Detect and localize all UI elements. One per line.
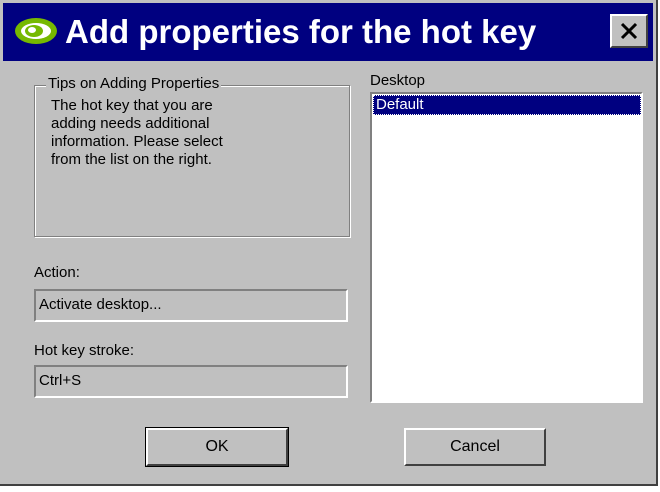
close-icon (620, 22, 638, 40)
add-hotkey-properties-dialog: Add properties for the hot key Tips on A… (0, 0, 658, 486)
cancel-button[interactable]: Cancel (404, 428, 546, 466)
action-label: Action: (34, 264, 80, 281)
tips-line: information. Please select (51, 133, 223, 150)
tips-line: adding needs additional (51, 115, 210, 132)
ok-button[interactable]: OK (145, 427, 289, 467)
tips-line: The hot key that you are (51, 97, 213, 114)
desktop-listbox[interactable]: Default (370, 92, 643, 403)
hotkey-stroke-field[interactable]: Ctrl+S (34, 365, 348, 398)
tips-text: The hot key that you are adding needs ad… (51, 97, 321, 169)
hotkey-stroke-label: Hot key stroke: (34, 342, 135, 359)
list-item[interactable]: Default (373, 95, 641, 115)
tips-line: from the list on the right. (51, 151, 212, 168)
nvidia-eye-icon (13, 11, 59, 51)
close-button[interactable] (610, 14, 648, 48)
title-bar[interactable]: Add properties for the hot key (3, 3, 653, 61)
action-field[interactable]: Activate desktop... (34, 289, 348, 322)
desktop-label: Desktop (370, 72, 426, 89)
tips-legend: Tips on Adding Properties (46, 74, 222, 94)
dialog-title: Add properties for the hot key (65, 13, 537, 50)
